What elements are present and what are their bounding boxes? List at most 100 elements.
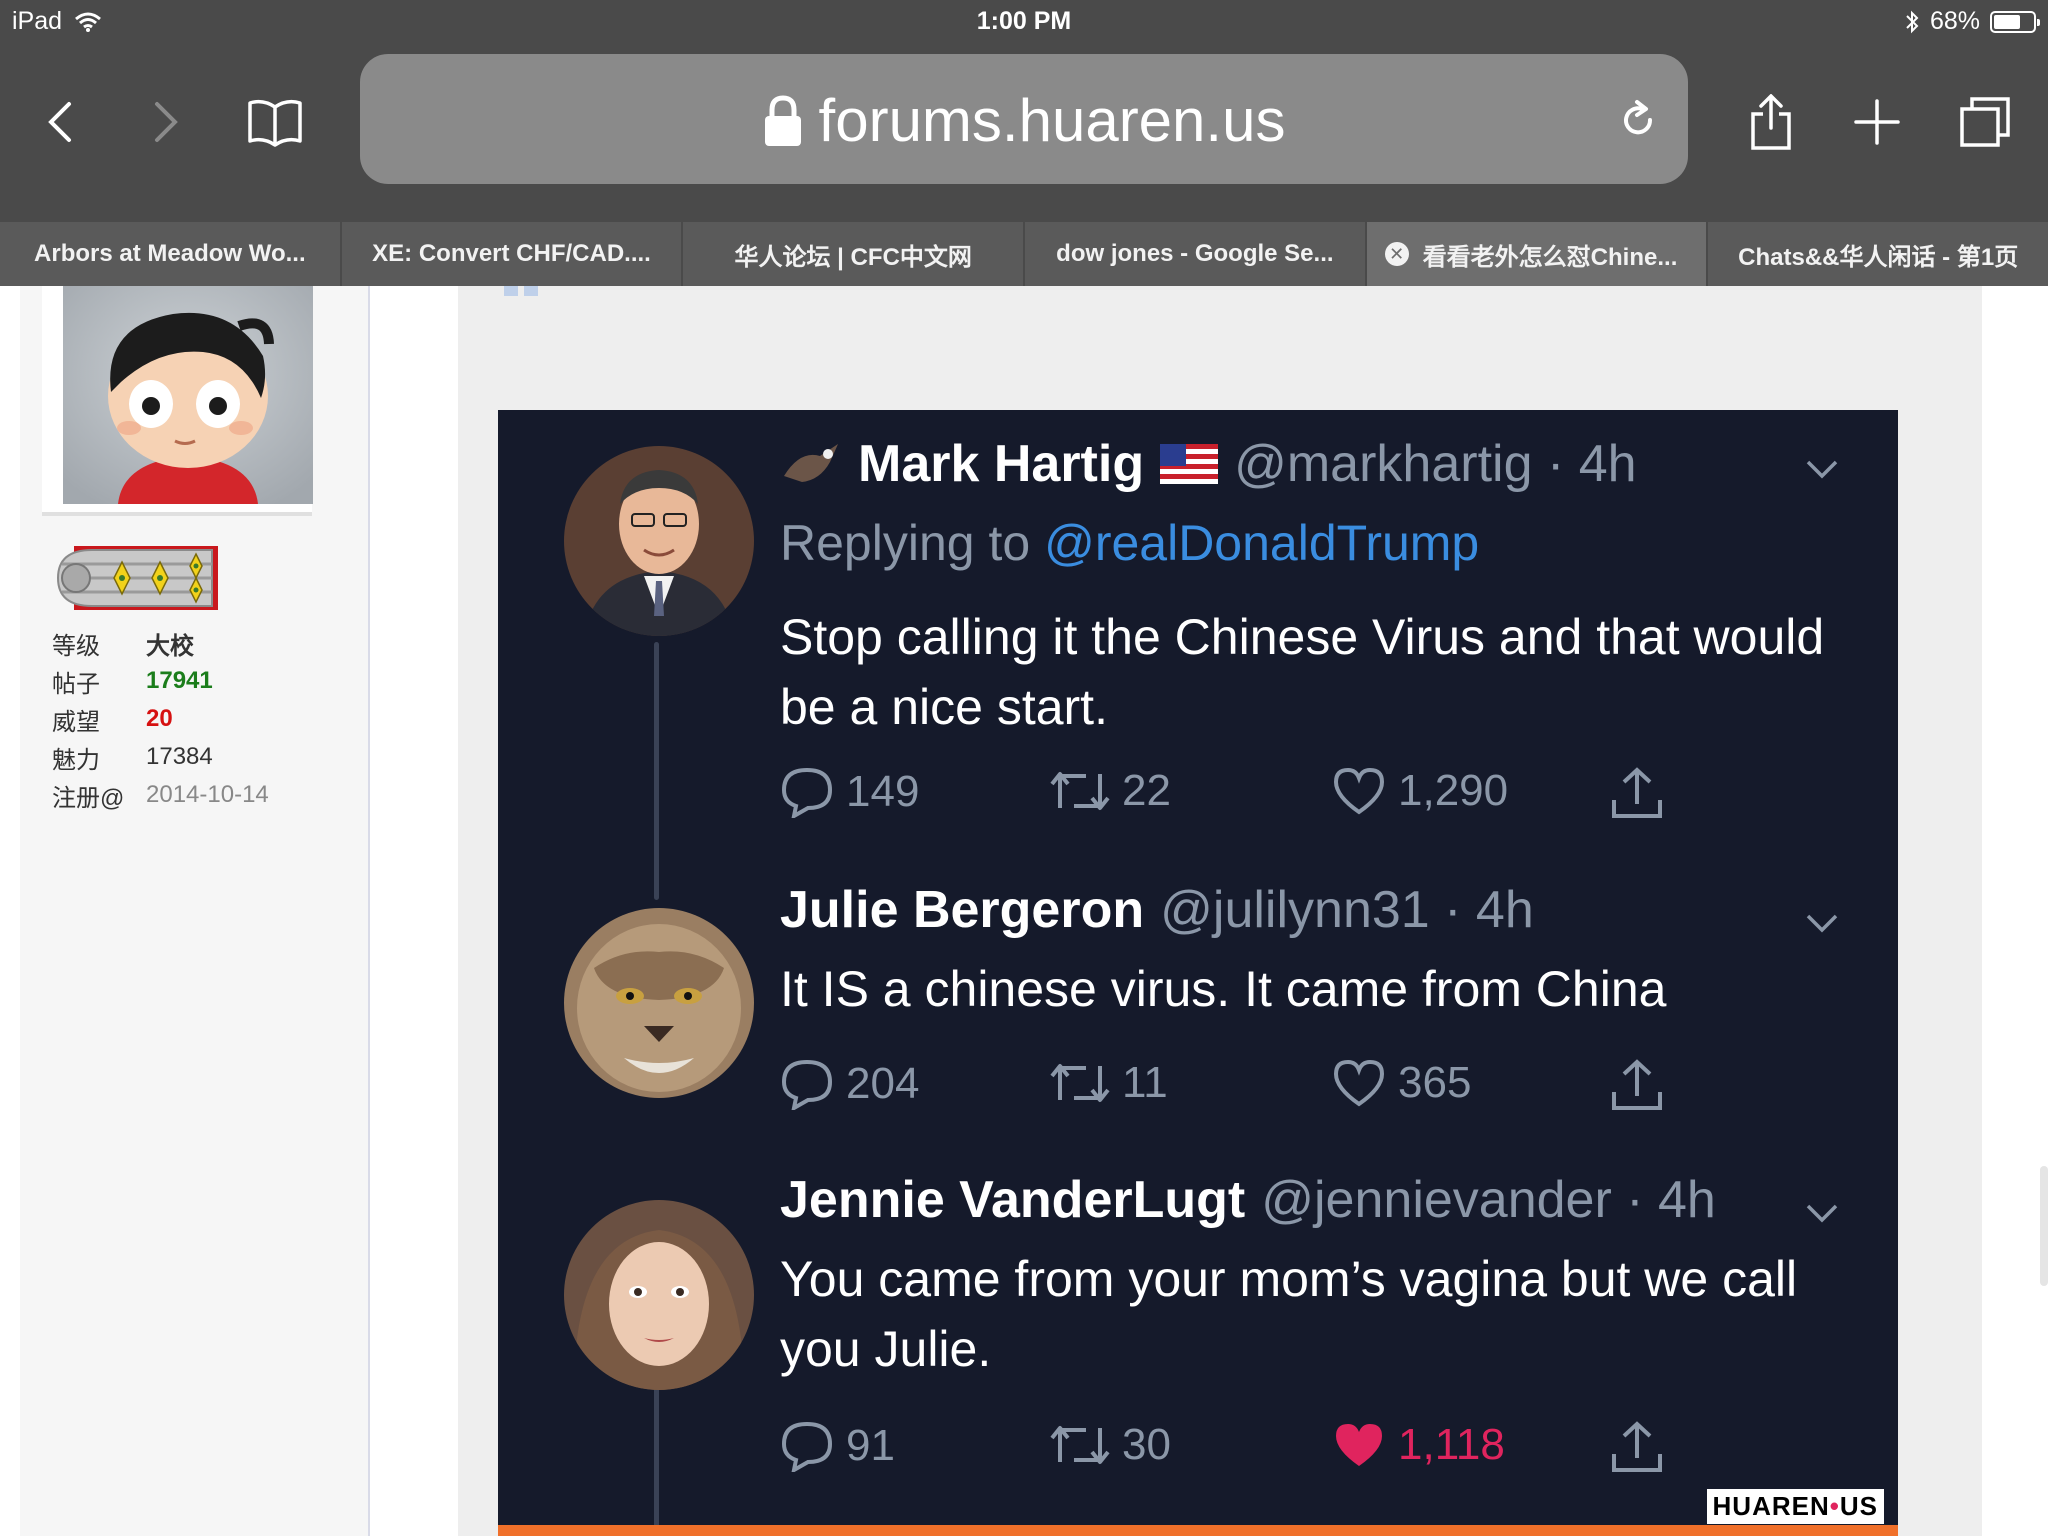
forward-button[interactable]: [136, 92, 196, 152]
tweet-header: Mark Hartig @markhartig · 4h: [780, 434, 1637, 494]
like-count: 365: [1398, 1058, 1472, 1107]
tabs-icon: [1960, 97, 2010, 147]
tweet-text: It IS a chinese virus. It came from Chin…: [780, 961, 1667, 1017]
reload-icon[interactable]: [1616, 98, 1660, 142]
retweet-button[interactable]: 11: [1050, 1058, 1168, 1108]
bookmarks-icon: [248, 99, 302, 147]
reply-button[interactable]: 149: [780, 766, 919, 818]
tweet-thread-image[interactable]: Mark Hartig @markhartig · 4h Replying to…: [498, 410, 1898, 1536]
tab-chats[interactable]: Chats&&华人闲话 - 第1页: [1708, 222, 2048, 286]
forward-icon: [155, 102, 178, 142]
reply-prefix: Replying to: [780, 515, 1031, 571]
clock: 1:00 PM: [976, 7, 1072, 35]
huaren-watermark-logo: HUAREN•US: [1706, 1489, 1884, 1524]
bookmarks-button[interactable]: [240, 92, 310, 152]
us-flag-icon: [1160, 444, 1219, 484]
back-icon: [48, 102, 71, 142]
share-tweet-button[interactable]: [1610, 1420, 1664, 1474]
retweet-icon: [1050, 1064, 1110, 1102]
back-button[interactable]: [30, 92, 90, 152]
stat-label: 威望: [52, 708, 100, 736]
retweet-button[interactable]: 30: [1050, 1420, 1171, 1470]
stat-value: 17384: [146, 743, 213, 770]
tab-label: XE: Convert CHF/CAD....: [372, 240, 651, 267]
image-bottom-bar: [498, 1525, 1898, 1536]
close-tab-icon[interactable]: ✕: [1384, 242, 1409, 266]
chevron-down-icon[interactable]: [1802, 448, 1842, 488]
avatar-frame: [42, 286, 313, 516]
cougar-image: [564, 908, 754, 1098]
avatar: [564, 908, 754, 1098]
author-name[interactable]: Mark Hartig: [858, 434, 1144, 494]
author-name[interactable]: Julie Bergeron: [780, 880, 1144, 940]
retweet-count: 22: [1122, 766, 1171, 815]
right-margin: [1982, 286, 2048, 1536]
watermark-left: HUAREN: [1712, 1491, 1830, 1521]
heart-icon: [1333, 1059, 1385, 1107]
reply-mention[interactable]: @realDonaldTrump: [1044, 515, 1479, 571]
author-handle[interactable]: @julilynn31 · 4h: [1160, 880, 1534, 940]
stat-label: 帖子: [52, 670, 100, 698]
retweet-count: 11: [1122, 1058, 1168, 1107]
tweet-actions: 91 30 1,118: [780, 1420, 1700, 1480]
like-count: 1,290: [1398, 766, 1509, 815]
url-display: forums.huaren.us: [360, 86, 1688, 155]
author-name[interactable]: Jennie VanderLugt: [780, 1170, 1245, 1230]
tabs-button[interactable]: [1950, 92, 2020, 152]
stat-rank: 等级 大校: [52, 624, 269, 662]
tab-xe[interactable]: XE: Convert CHF/CAD....: [342, 222, 684, 286]
new-tab-button[interactable]: [1842, 92, 1912, 152]
tab-arbors[interactable]: Arbors at Meadow Wo...: [0, 222, 342, 286]
share-tweet-button[interactable]: [1610, 766, 1664, 820]
poster-stats: 等级 大校 帖子 17941 威望 20 魅力 17384 注册@ 2014-1…: [52, 624, 269, 814]
author-handle[interactable]: @jennievander · 4h: [1261, 1170, 1716, 1230]
retweet-button[interactable]: 22: [1050, 766, 1171, 816]
tab-label: 看看老外怎么怼Chine...: [1422, 243, 1678, 271]
retweet-icon: [1050, 772, 1110, 810]
upload-icon: [1612, 1421, 1662, 1472]
stat-label: 注册@: [52, 784, 125, 812]
tweet-text: You came from your mom’s vagina but we c…: [780, 1251, 1798, 1377]
stat-value: 2014-10-14: [146, 781, 269, 808]
reply-button[interactable]: 204: [780, 1058, 919, 1110]
tab-label: Arbors at Meadow Wo...: [34, 240, 306, 267]
tab-bar: Arbors at Meadow Wo... XE: Convert CHF/C…: [0, 222, 2048, 286]
watermark-dot: •: [1829, 1491, 1840, 1521]
retweet-count: 30: [1122, 1420, 1171, 1469]
page-content: 等级 大校 帖子 17941 威望 20 魅力 17384 注册@ 2014-1…: [0, 286, 2048, 1536]
upload-icon: [1612, 1059, 1662, 1110]
new-tab-icon: [1854, 99, 1900, 145]
eagle-emoji-icon: [784, 444, 838, 482]
author-handle[interactable]: @markhartig · 4h: [1234, 434, 1636, 494]
chevron-down-icon[interactable]: [1802, 902, 1842, 942]
like-button[interactable]: 365: [1332, 1058, 1471, 1108]
lock-icon: [764, 94, 801, 146]
scroll-handle[interactable]: [2040, 1166, 2048, 1286]
ipad-screen: iPad 1:00 PM 68% forums.huaren.us Arbors…: [0, 0, 2048, 1536]
reply-button[interactable]: 91: [780, 1420, 895, 1472]
tab-dow-jones[interactable]: dow jones - Google Se...: [1025, 222, 1367, 286]
avatar: [564, 1200, 754, 1390]
upload-icon: [1612, 767, 1662, 818]
chevron-down-icon[interactable]: [1802, 1192, 1842, 1232]
stat-value: 大校: [146, 632, 194, 660]
tweet-actions: 204 11 365: [780, 1058, 1700, 1118]
tab-active[interactable]: ✕ 看看老外怎么怼Chine...: [1366, 222, 1709, 286]
avatar[interactable]: [63, 286, 313, 504]
retweet-icon: [1050, 1426, 1110, 1464]
share-button[interactable]: [1736, 92, 1806, 152]
like-button[interactable]: 1,118: [1332, 1420, 1505, 1470]
share-tweet-button[interactable]: [1610, 1058, 1664, 1112]
heart-icon: [1333, 767, 1385, 815]
stat-charm: 魅力 17384: [52, 738, 269, 776]
tab-label: dow jones - Google Se...: [1056, 240, 1334, 267]
bluetooth-icon: [1906, 10, 1919, 33]
tab-huaren[interactable]: 华人论坛 | CFC中文网: [683, 222, 1026, 286]
like-button[interactable]: 1,290: [1332, 766, 1508, 816]
address-bar[interactable]: forums.huaren.us: [360, 54, 1688, 184]
avatar: [564, 446, 754, 636]
reply-icon: [781, 1421, 833, 1472]
reply-icon: [781, 1059, 833, 1110]
browser-toolbar: forums.huaren.us: [0, 42, 2048, 222]
status-bar: iPad 1:00 PM 68%: [0, 0, 2048, 42]
